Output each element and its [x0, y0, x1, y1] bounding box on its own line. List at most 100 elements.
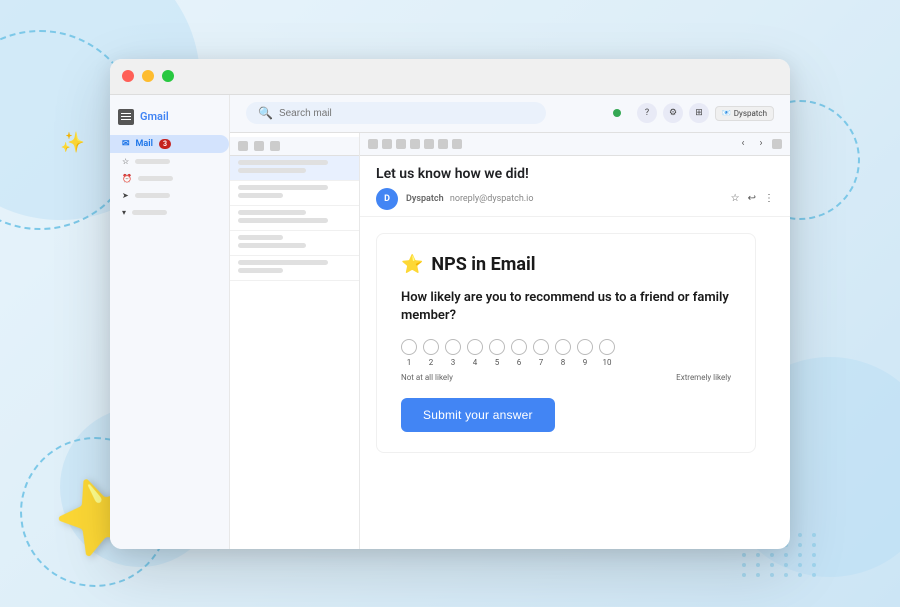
sidebar-item-snoozed[interactable]: ⏰ — [110, 170, 229, 187]
submit-answer-button[interactable]: Submit your answer — [401, 398, 555, 432]
sender-avatar: D — [376, 188, 398, 210]
email-item-line — [238, 168, 306, 173]
browser-chrome — [110, 59, 790, 95]
nps-star-emoji: ⭐ — [401, 254, 423, 275]
label-icon[interactable] — [438, 139, 448, 149]
star-action[interactable]: ☆ — [731, 193, 740, 204]
overflow-icon[interactable] — [452, 139, 462, 149]
email-actions — [368, 139, 462, 149]
list-item[interactable] — [230, 231, 359, 256]
nps-radio-6[interactable] — [511, 339, 527, 355]
snooze-icon[interactable] — [410, 139, 420, 149]
question-icon[interactable]: ? — [637, 103, 657, 123]
star-icon: ☆ — [122, 157, 129, 166]
list-item[interactable] — [230, 206, 359, 231]
nps-radio-2[interactable] — [423, 339, 439, 355]
email-item-line — [238, 218, 328, 223]
mail-badge: 3 — [159, 139, 171, 149]
email-view-toolbar: ‹ › — [360, 133, 790, 156]
nps-option-2[interactable]: 2 — [423, 339, 439, 367]
nps-radio-1[interactable] — [401, 339, 417, 355]
email-item-line — [238, 243, 306, 248]
overflow-action[interactable]: ⋮ — [764, 193, 774, 204]
refresh-icon[interactable] — [254, 141, 264, 151]
nps-option-10[interactable]: 10 — [599, 339, 615, 367]
email-meta: D Dyspatch noreply@dyspatch.io ☆ ↩ ⋮ — [376, 188, 774, 210]
nps-label-10: 10 — [603, 358, 612, 367]
sender-initial: D — [384, 194, 390, 204]
nps-option-7[interactable]: 7 — [533, 339, 549, 367]
nps-label-1: 1 — [407, 358, 412, 367]
sidebar-item-mail[interactable]: ✉ Mail 3 — [110, 135, 229, 153]
nps-option-6[interactable]: 6 — [511, 339, 527, 367]
nps-radio-5[interactable] — [489, 339, 505, 355]
nps-option-1[interactable]: 1 — [401, 339, 417, 367]
reply-icon[interactable]: ↩ — [748, 193, 756, 204]
nps-label-2: 2 — [429, 358, 434, 367]
sidebar-mail-label: Mail — [136, 139, 153, 149]
nps-radio-3[interactable] — [445, 339, 461, 355]
email-list — [230, 133, 360, 549]
nps-radio-8[interactable] — [555, 339, 571, 355]
unread-icon[interactable] — [396, 139, 406, 149]
nps-label-low: Not at all likely — [401, 373, 453, 382]
search-input[interactable] — [279, 108, 479, 119]
nps-label-8: 8 — [561, 358, 566, 367]
checkbox-icon[interactable] — [238, 141, 248, 151]
dyspatch-icon: 📧 — [722, 109, 731, 117]
traffic-light-yellow[interactable] — [142, 70, 154, 82]
email-item-line — [238, 268, 283, 273]
nps-option-5[interactable]: 5 — [489, 339, 505, 367]
more-icon: ▾ — [122, 208, 126, 217]
nps-radio-7[interactable] — [533, 339, 549, 355]
nps-label-5: 5 — [495, 358, 500, 367]
nps-title-text: NPS in Email — [431, 254, 535, 275]
prev-email-button[interactable]: ‹ — [736, 137, 750, 151]
traffic-light-red[interactable] — [122, 70, 134, 82]
sidebar-item-sent[interactable]: ➤ — [110, 187, 229, 204]
nps-option-9[interactable]: 9 — [577, 339, 593, 367]
email-list-toolbar — [230, 137, 359, 156]
nps-email-body: ⭐ NPS in Email How likely are you to rec… — [360, 217, 790, 549]
sidebar-label-placeholder-4 — [132, 210, 167, 215]
email-item-line — [238, 185, 328, 190]
list-item[interactable] — [230, 156, 359, 181]
nps-option-4[interactable]: 4 — [467, 339, 483, 367]
nps-radio-9[interactable] — [577, 339, 593, 355]
sidebar-label-placeholder — [135, 159, 170, 164]
search-container[interactable]: 🔍 — [246, 102, 546, 124]
nps-radio-4[interactable] — [467, 339, 483, 355]
open-icon[interactable] — [772, 139, 782, 149]
sidebar-item-more[interactable]: ▾ — [110, 204, 229, 221]
email-item-line — [238, 260, 328, 265]
more-dots-icon[interactable] — [270, 141, 280, 151]
list-item[interactable] — [230, 256, 359, 281]
browser-window: Gmail ✉ Mail 3 ☆ ⏰ ➤ ▾ — [110, 59, 790, 549]
clock-icon: ⏰ — [122, 174, 132, 183]
grid-icon[interactable]: ⊞ — [689, 103, 709, 123]
archive-icon[interactable] — [368, 139, 378, 149]
sender-info: Dyspatch noreply@dyspatch.io — [406, 194, 534, 204]
gmail-top-right-icons: ? ⚙ ⊞ 📧 Dyspatch — [613, 103, 774, 123]
nps-card: ⭐ NPS in Email How likely are you to rec… — [376, 233, 756, 453]
hamburger-icon[interactable] — [118, 109, 134, 125]
next-email-button[interactable]: › — [754, 137, 768, 151]
sidebar-item-starred[interactable]: ☆ — [110, 153, 229, 170]
nps-option-3[interactable]: 3 — [445, 339, 461, 367]
nps-radio-10[interactable] — [599, 339, 615, 355]
email-item-line — [238, 160, 328, 165]
sender-name: Dyspatch — [406, 194, 444, 204]
settings-icon[interactable]: ⚙ — [663, 103, 683, 123]
gmail-top-bar: 🔍 ? ⚙ ⊞ 📧 Dyspatch — [230, 95, 790, 133]
nps-label-7: 7 — [539, 358, 544, 367]
delete-icon[interactable] — [382, 139, 392, 149]
gmail-container: Gmail ✉ Mail 3 ☆ ⏰ ➤ ▾ — [110, 95, 790, 549]
traffic-light-green[interactable] — [162, 70, 174, 82]
move-icon[interactable] — [424, 139, 434, 149]
nps-label-4: 4 — [473, 358, 478, 367]
nps-title: ⭐ NPS in Email — [401, 254, 731, 275]
nps-label-high: Extremely likely — [676, 373, 731, 382]
list-item[interactable] — [230, 181, 359, 206]
email-navigation: ‹ › — [736, 137, 782, 151]
nps-option-8[interactable]: 8 — [555, 339, 571, 367]
